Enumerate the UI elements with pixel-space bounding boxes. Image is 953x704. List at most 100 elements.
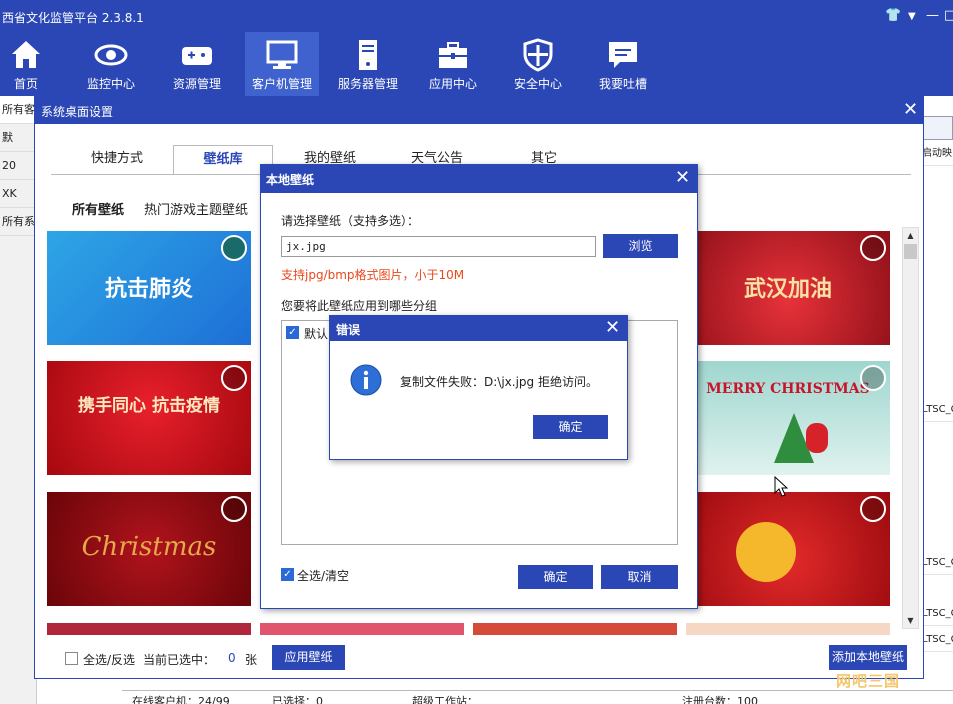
background-button[interactable] [922,116,953,140]
dialog-header: 错误 ✕ [330,316,627,341]
status-registered-count: 注册台数：100 [682,695,758,704]
apply-wallpaper-button[interactable]: 应用壁纸 [272,645,345,670]
select-all-checkbox[interactable] [65,652,78,665]
select-all-groups-label[interactable]: 全选/清空 [297,567,349,584]
close-icon[interactable]: ✕ [605,317,620,338]
tree-item[interactable]: 所有客 [0,96,36,124]
wallpaper-card-partial[interactable] [473,623,677,635]
select-circle-icon[interactable] [221,365,247,391]
wallpaper-card-partial[interactable] [686,623,890,635]
status-selected: 已选择：0 [272,695,323,704]
wallpaper-card-partial[interactable] [260,623,464,635]
wallpaper-card[interactable] [686,492,890,606]
toolbar-label: 服务器管理 [337,77,398,91]
app-window: 西省文化监管平台 2.3.8.1 👕 ▼ — □ 首页 监控中心 资源管理 客户… [0,0,953,704]
toolbar-server-management[interactable]: 服务器管理 [331,32,405,96]
tree-item[interactable]: XK [0,180,36,208]
title-bar: 西省文化监管平台 2.3.8.1 👕 ▼ — □ [0,0,953,32]
wallpaper-card[interactable]: Christmas [47,492,251,606]
select-circle-icon[interactable] [860,235,886,261]
tab-wallpaper-library[interactable]: 壁纸库 [173,145,273,175]
toolbar-label: 客户机管理 [251,77,312,91]
file-path-input[interactable]: jx.jpg [281,236,596,257]
wallpaper-scrollbar[interactable]: ▲ ▼ [902,227,919,629]
eye-icon [94,44,128,66]
status-bar: 在线客户机：24/99 已选择：0 超级工作站： 注册台数：100 [122,690,953,704]
wallpaper-title: 武汉加油 [743,276,832,302]
scroll-down-icon[interactable]: ▼ [903,613,918,628]
main-toolbar: 首页 监控中心 资源管理 客户机管理 服务器管理 应用中心 安全中心 我要吐槽 [0,32,953,96]
select-all-groups-checkbox[interactable]: ✓ [281,568,294,581]
selected-count-value: 0 [228,651,236,665]
select-circle-icon[interactable] [860,496,886,522]
error-dialog: 错误 ✕ 复制文件失败：D:\jx.jpg 拒绝访问。 确定 [329,315,628,460]
scroll-up-icon[interactable]: ▲ [903,228,918,243]
home-icon [12,41,40,68]
toolbar-home[interactable]: 首页 [0,32,63,96]
file-prompt: 请选择壁纸（支持多选）： [281,214,420,228]
wallpaper-card[interactable]: 抗击肺炎 [47,231,251,345]
mouse-cursor-icon [774,476,788,497]
toolbar-app-center[interactable]: 应用中心 [416,32,490,96]
shield-icon [523,38,553,72]
dialog-header: 本地壁纸 ✕ [261,165,697,193]
toolbar-feedback[interactable]: 我要吐槽 [586,32,660,96]
server-icon [359,40,377,70]
group-label[interactable]: 默认 [304,325,328,342]
select-all-label[interactable]: 全选/反选 [83,651,135,668]
background-client-table: 启动映 LTSC_C LTSC_C LTSC_C LTSC_C [922,96,953,704]
skin-icon[interactable]: 👕 [885,8,901,23]
add-local-wallpaper-button[interactable]: 添加本地壁纸 [829,645,907,670]
dialog-title: 本地壁纸 [266,173,315,187]
monitor-icon [266,40,298,69]
toolbar-resources[interactable]: 资源管理 [160,32,234,96]
group-prompt: 您要将此壁纸应用到哪些分组 [281,299,438,313]
toolbar-label: 我要吐槽 [598,77,647,91]
gamepad-icon [182,47,212,65]
close-app-button[interactable]: □ [944,8,953,23]
local-cancel-button[interactable]: 取消 [601,565,678,589]
minimize-button[interactable]: — [926,8,939,23]
scroll-thumb[interactable] [904,244,917,259]
wallpaper-title: Christmas [81,532,217,562]
tab-shortcuts[interactable]: 快捷方式 [67,145,167,175]
local-ok-button[interactable]: 确定 [518,565,593,589]
selected-count-unit: 张 [245,653,258,667]
wallpaper-title: 携手同心 抗击疫情 [78,396,220,416]
close-icon[interactable]: ✕ [903,99,918,120]
toolbar-monitor-center[interactable]: 监控中心 [74,32,148,96]
santa-illustration [806,423,828,453]
wallpaper-title: MERRY CHRISTMAS [706,381,870,397]
group-checkbox[interactable]: ✓ [286,326,299,339]
chat-icon [609,42,637,68]
table-cell: LTSC_C [922,628,953,652]
selected-count-label: 当前已选中： [143,653,216,667]
wallpaper-card[interactable]: 携手同心 抗击疫情 [47,361,251,475]
menu-dropdown-icon[interactable]: ▼ [908,11,916,22]
close-icon[interactable]: ✕ [675,167,690,188]
wallpaper-card[interactable]: 武汉加油 [686,231,890,345]
tree-item[interactable]: 所有系 [0,208,36,236]
toolbar-client-management[interactable]: 客户机管理 [245,32,319,96]
wallpaper-card-partial[interactable] [47,623,251,635]
subtab-all-wallpapers[interactable]: 所有壁纸 [72,199,124,218]
select-circle-icon[interactable] [860,365,886,391]
app-title: 西省文化监管平台 2.3.8.1 [2,11,144,25]
subtab-game-themes[interactable]: 热门游戏主题壁纸 [144,199,248,218]
select-circle-icon[interactable] [221,235,247,261]
dialog-header: 系统桌面设置 ✕ [35,97,923,124]
toolbar-label: 监控中心 [86,77,135,91]
select-circle-icon[interactable] [221,496,247,522]
dialog-title: 错误 [336,323,361,337]
tree-item[interactable]: 默 [0,124,36,152]
toolbar-security-center[interactable]: 安全中心 [501,32,575,96]
tree-item[interactable]: 20 [0,152,36,180]
background-client-tree: 所有客 默 20 XK 所有系 [0,96,37,704]
dialog-title: 系统桌面设置 [41,105,114,119]
wallpaper-card[interactable]: MERRY CHRISTMAS [686,361,890,475]
error-ok-button[interactable]: 确定 [533,415,608,439]
table-header-boot-image: 启动映 [922,142,953,166]
toolbar-label: 首页 [13,77,38,91]
dialog-footer: 全选/反选 当前已选中： 0 张 应用壁纸 添加本地壁纸 [35,642,923,678]
browse-button[interactable]: 浏览 [603,234,678,258]
